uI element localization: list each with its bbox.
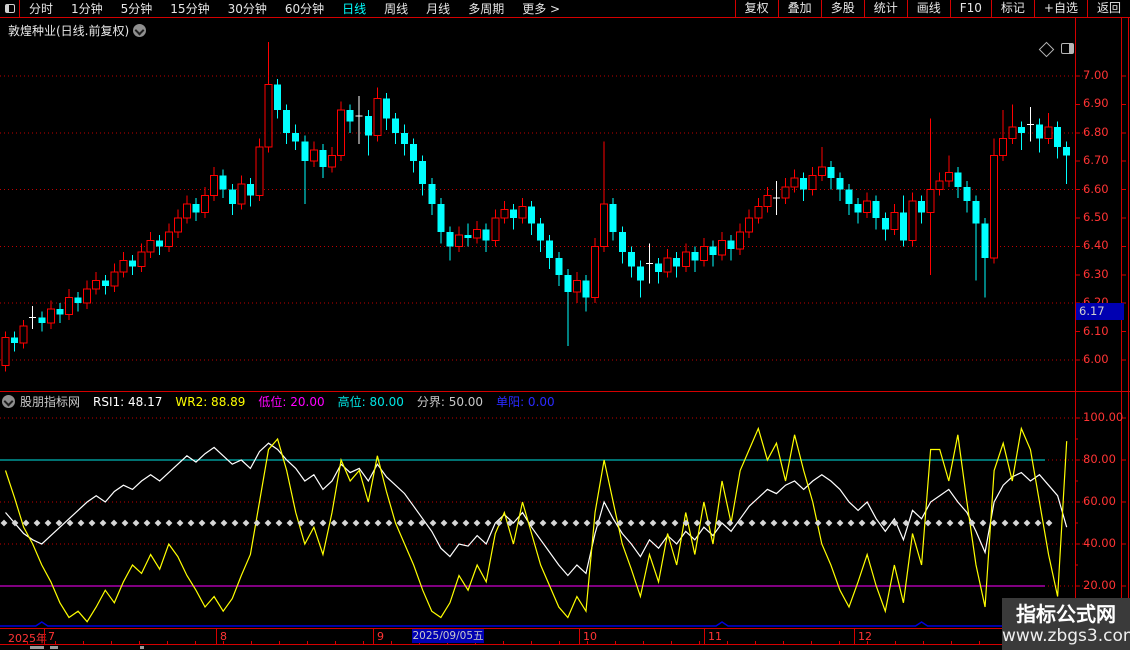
clipped-text-mark: [50, 646, 58, 649]
price-axis-label: 7.00: [1083, 68, 1125, 82]
indicator-field-label: 低位: 20.00: [258, 395, 324, 409]
price-axis-label: 6.30: [1083, 267, 1125, 281]
clipped-text-mark: [30, 646, 44, 649]
main-candlestick-chart[interactable]: [0, 40, 1076, 391]
watermark-url: www.zbgs3.com: [1002, 626, 1130, 646]
toolbar-button[interactable]: 多股: [821, 0, 864, 17]
indicator-dropdown-icon[interactable]: [2, 395, 15, 408]
price-axis-label: 6.10: [1083, 324, 1125, 338]
page-title: 敦煌种业(日线.前复权): [8, 22, 129, 39]
indicator-field-label: 分界: 50.00: [417, 395, 483, 409]
timeframe-tab[interactable]: 5分钟: [112, 0, 162, 17]
toolbar-button[interactable]: F10: [950, 0, 991, 17]
indicator-axis-label: 20.00: [1083, 578, 1125, 592]
title-bar: 敦煌种业(日线.前复权): [0, 18, 1130, 40]
indicator-field-label: RSI1: 48.17: [93, 395, 162, 409]
toolbar-button[interactable]: 叠加: [778, 0, 821, 17]
timeframe-tab[interactable]: 更多 >: [513, 0, 569, 17]
timeframe-tab[interactable]: 多周期: [459, 0, 513, 17]
bottom-clipped-row: [0, 645, 1130, 650]
price-axis-label: 6.40: [1083, 238, 1125, 252]
timeframe-tab[interactable]: 60分钟: [276, 0, 333, 17]
price-axis-label: 6.80: [1083, 125, 1125, 139]
indicator-axis-label: 80.00: [1083, 452, 1125, 466]
split-panel-icon: [5, 4, 15, 13]
cursor-date-box: 2025/09/05五: [412, 629, 484, 643]
timeframe-tab[interactable]: 分时: [20, 0, 62, 17]
timeframe-tabs: 分时1分钟5分钟15分钟30分钟60分钟日线周线月线多周期更多 >: [20, 0, 569, 17]
indicator-axis-label: 100.00: [1083, 410, 1125, 424]
indicator-field-label: WR2: 88.89: [175, 395, 245, 409]
indicator-header: 股朋指标网 RSI1: 48.17 WR2: 88.89 低位: 20.00 高位: …: [2, 393, 568, 410]
toolbar-button[interactable]: 画线: [907, 0, 950, 17]
top-toolbar: 分时1分钟5分钟15分钟30分钟60分钟日线周线月线多周期更多 > 复权叠加多股…: [0, 0, 1130, 18]
toolbar-button[interactable]: 复权: [735, 0, 778, 17]
price-axis-label: 6.60: [1083, 182, 1125, 196]
indicator-axis-label: 60.00: [1083, 494, 1125, 508]
layout-toggle-button[interactable]: [0, 0, 20, 17]
toolbar-button[interactable]: +自选: [1034, 0, 1087, 17]
cursor-price-box: 6.17: [1076, 303, 1124, 320]
indicator-field-label: 高位: 80.00: [338, 395, 404, 409]
timeframe-tab[interactable]: 月线: [417, 0, 459, 17]
indicator-source-label: 股朋指标网: [20, 393, 80, 410]
toolbar-button[interactable]: 统计: [864, 0, 907, 17]
date-axis: 2025年 789101112: [0, 628, 1130, 645]
timeframe-tab[interactable]: 周线: [375, 0, 417, 17]
indicator-axis-label: 40.00: [1083, 536, 1125, 550]
toolbar-button[interactable]: 返回: [1087, 0, 1130, 17]
timeframe-tab[interactable]: 15分钟: [161, 0, 218, 17]
toolbar-right-buttons: 复权叠加多股统计画线F10标记+自选返回: [735, 0, 1130, 17]
toolbar-button[interactable]: 标记: [991, 0, 1034, 17]
watermark: 指标公式网 www.zbgs3.com: [1002, 598, 1130, 650]
title-dropdown-icon[interactable]: [133, 24, 146, 37]
clipped-text-mark: [140, 646, 144, 649]
panel-separator: [0, 391, 1130, 392]
timeframe-tab[interactable]: 30分钟: [219, 0, 276, 17]
indicator-chart[interactable]: [0, 412, 1076, 628]
price-axis-label: 6.00: [1083, 352, 1125, 366]
indicator-field-label: 单阳: 0.00: [496, 395, 555, 409]
timeframe-tab[interactable]: 1分钟: [62, 0, 112, 17]
timeframe-tab[interactable]: 日线: [333, 0, 375, 17]
price-axis-label: 6.90: [1083, 96, 1125, 110]
watermark-site-name: 指标公式网: [1002, 602, 1130, 626]
price-axis-label: 6.50: [1083, 210, 1125, 224]
price-axis-label: 6.70: [1083, 153, 1125, 167]
indicator-values: RSI1: 48.17 WR2: 88.89 低位: 20.00 高位: 80.00 分…: [93, 393, 568, 410]
app-window: 分时1分钟5分钟15分钟30分钟60分钟日线周线月线多周期更多 > 复权叠加多股…: [0, 0, 1130, 650]
date-axis-ticks: [0, 641, 1075, 644]
